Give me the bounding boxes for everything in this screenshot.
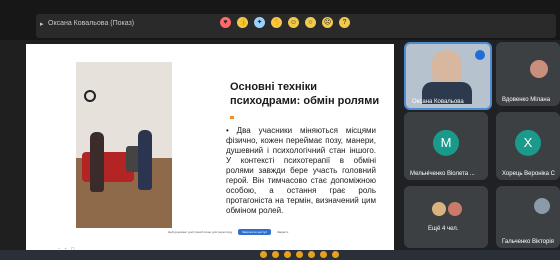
bottom-emoji-row: [260, 251, 339, 258]
emoji-icon[interactable]: [320, 251, 327, 258]
slide-bullet-text: • Два учасники міняються місцями фізично…: [226, 126, 376, 215]
title-accent-line: [230, 116, 234, 119]
more-participants-label: Ещё 4 чел.: [428, 226, 459, 232]
avatar: X: [515, 129, 541, 156]
slide: Основні техніки психодрами: обмін ролями…: [26, 44, 394, 251]
speaker-icon: ▸: [40, 21, 44, 28]
reaction-like-icon[interactable]: 👍: [237, 17, 248, 28]
participant-name: Гальченко Вікторія: [502, 239, 554, 245]
presentation-stage: Основні техніки психодрами: обмін ролями…: [0, 40, 400, 251]
reaction-heart-icon[interactable]: ♥: [220, 17, 231, 28]
avatar: M: [433, 129, 459, 156]
participant-tile-3[interactable]: M Мельніченко Віолета ...: [404, 112, 488, 180]
reaction-sad-icon[interactable]: ☹: [322, 17, 333, 28]
avatar-1: [432, 202, 446, 216]
slide-photo: [76, 62, 172, 228]
reaction-wow-icon[interactable]: ○: [305, 17, 316, 28]
dismiss-notice-button[interactable]: Закрити: [277, 230, 288, 234]
notice-text: Цей документ доступний лише для перегляд…: [168, 229, 233, 234]
view-only-notice: Цей документ доступний лише для перегляд…: [168, 227, 288, 236]
avatar: [530, 60, 548, 78]
presenter-label: Оксана Ковальова (Показ): [48, 20, 135, 27]
meeting-topbar: ▸ Оксана Ковальова (Показ) ♥ 👍 ✦ ✋ ☺ ○ ☹…: [0, 0, 560, 40]
emoji-icon[interactable]: [284, 251, 291, 258]
participant-name: Оксана Ковальова: [412, 99, 464, 105]
reactions-bar: ♥ 👍 ✦ ✋ ☺ ○ ☹ ?: [220, 17, 350, 28]
participant-name: Хорець Вероніка С: [502, 171, 555, 177]
reaction-clap-icon[interactable]: ✋: [271, 17, 282, 28]
emoji-icon[interactable]: [272, 251, 279, 258]
avatar: [534, 198, 550, 214]
reaction-party-icon[interactable]: ✦: [254, 17, 265, 28]
more-participants-tile[interactable]: Ещё 4 чел.: [404, 186, 488, 248]
person-left: [90, 132, 104, 192]
emoji-icon[interactable]: [308, 251, 315, 258]
person-right: [138, 130, 152, 190]
request-access-button[interactable]: Запросити доступ: [238, 228, 272, 235]
reaction-laugh-icon[interactable]: ☺: [288, 17, 299, 28]
participant-tile-6[interactable]: Гальченко Вікторія: [496, 186, 560, 248]
emoji-icon[interactable]: [296, 251, 303, 258]
slide-title: Основні техніки психодрами: обмін ролями: [230, 81, 380, 107]
participant-tile-presenter[interactable]: Оксана Ковальова: [404, 42, 492, 110]
participant-tile-4[interactable]: X Хорець Вероніка С: [496, 112, 560, 180]
reaction-think-icon[interactable]: ?: [339, 17, 350, 28]
participant-tile-2[interactable]: Вдовенко Мілана: [496, 42, 560, 106]
emoji-icon[interactable]: [332, 251, 339, 258]
participant-name: Мельніченко Віолета ...: [410, 171, 475, 177]
participant-name: Вдовенко Мілана: [502, 97, 551, 103]
speaking-badge-icon: [475, 50, 485, 60]
clock-icon: [84, 90, 96, 102]
emoji-icon[interactable]: [260, 251, 267, 258]
avatar-2: [448, 202, 462, 216]
